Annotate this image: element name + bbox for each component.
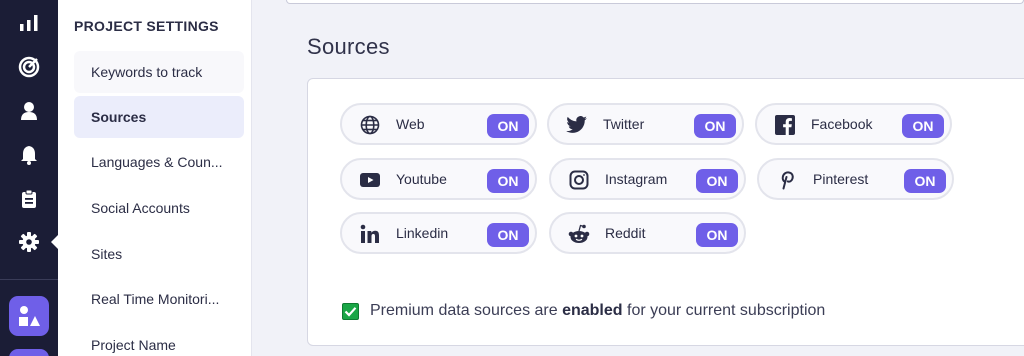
source-label: Youtube bbox=[396, 171, 447, 187]
clipboard-icon[interactable] bbox=[14, 184, 44, 214]
settings-item-sources[interactable]: Sources bbox=[74, 96, 244, 138]
source-pill-reddit: Reddit ON bbox=[549, 212, 746, 254]
twitter-icon bbox=[566, 114, 588, 136]
source-toggle-twitter[interactable]: ON bbox=[694, 114, 736, 138]
settings-item-real-time-monitoring[interactable]: Real Time Monitori... bbox=[74, 278, 244, 320]
reddit-icon bbox=[568, 223, 590, 245]
pinterest-icon bbox=[776, 169, 798, 191]
source-toggle-facebook[interactable]: ON bbox=[902, 114, 944, 138]
workspace-avatar-secondary[interactable] bbox=[9, 349, 49, 356]
user-icon[interactable] bbox=[14, 96, 44, 126]
settings-item-languages[interactable]: Languages & Coun... bbox=[74, 141, 244, 183]
source-toggle-web[interactable]: ON bbox=[487, 114, 529, 138]
premium-text-after: for your current subscription bbox=[622, 302, 826, 319]
source-label: Twitter bbox=[603, 116, 645, 132]
source-label: Reddit bbox=[605, 225, 646, 241]
project-settings-panel: PROJECT SETTINGS Keywords to track Sourc… bbox=[58, 0, 252, 356]
settings-title: PROJECT SETTINGS bbox=[74, 18, 219, 34]
icon-rail bbox=[0, 0, 58, 356]
premium-text: Premium data sources are enabled for you… bbox=[370, 302, 825, 320]
source-toggle-instagram[interactable]: ON bbox=[696, 169, 738, 193]
premium-text-bold: enabled bbox=[562, 302, 623, 319]
source-pill-facebook: Facebook ON bbox=[755, 103, 952, 145]
rail-divider bbox=[0, 279, 58, 280]
bar-chart-icon[interactable] bbox=[14, 8, 44, 38]
settings-item-project-name[interactable]: Project Name bbox=[74, 324, 244, 356]
premium-text-before: Premium data sources are bbox=[370, 302, 563, 319]
source-toggle-linkedin[interactable]: ON bbox=[487, 223, 529, 247]
youtube-icon bbox=[359, 169, 381, 191]
source-label: Pinterest bbox=[813, 171, 869, 187]
globe-icon bbox=[359, 114, 381, 136]
instagram-icon bbox=[568, 169, 590, 191]
source-label: Linkedin bbox=[396, 225, 449, 241]
top-card-edge bbox=[286, 0, 1024, 4]
source-pill-web: Web ON bbox=[340, 103, 537, 145]
source-toggle-pinterest[interactable]: ON bbox=[904, 169, 946, 193]
checkmark-icon bbox=[344, 306, 357, 317]
active-indicator bbox=[51, 235, 58, 249]
source-label: Facebook bbox=[811, 116, 873, 132]
source-label: Instagram bbox=[605, 171, 668, 187]
source-pill-pinterest: Pinterest ON bbox=[757, 158, 954, 200]
source-pill-youtube: Youtube ON bbox=[340, 158, 537, 200]
premium-notice: Premium data sources are enabled for you… bbox=[342, 302, 825, 320]
settings-item-keywords[interactable]: Keywords to track bbox=[74, 51, 244, 93]
radar-icon[interactable] bbox=[14, 52, 44, 82]
source-toggle-reddit[interactable]: ON bbox=[696, 223, 738, 247]
facebook-icon bbox=[774, 114, 796, 136]
settings-item-sites[interactable]: Sites bbox=[74, 233, 244, 275]
page-title: Sources bbox=[307, 34, 390, 59]
workspace-avatar[interactable] bbox=[9, 296, 49, 336]
source-pill-linkedin: Linkedin ON bbox=[340, 212, 537, 254]
settings-item-social-accounts[interactable]: Social Accounts bbox=[74, 187, 244, 229]
source-pill-twitter: Twitter ON bbox=[547, 103, 744, 145]
premium-checkbox[interactable] bbox=[342, 302, 359, 320]
gear-icon[interactable] bbox=[14, 227, 44, 257]
bell-icon[interactable] bbox=[14, 140, 44, 170]
source-toggle-youtube[interactable]: ON bbox=[487, 169, 529, 193]
source-pill-instagram: Instagram ON bbox=[549, 158, 746, 200]
linkedin-icon bbox=[359, 223, 381, 245]
source-label: Web bbox=[396, 116, 425, 132]
